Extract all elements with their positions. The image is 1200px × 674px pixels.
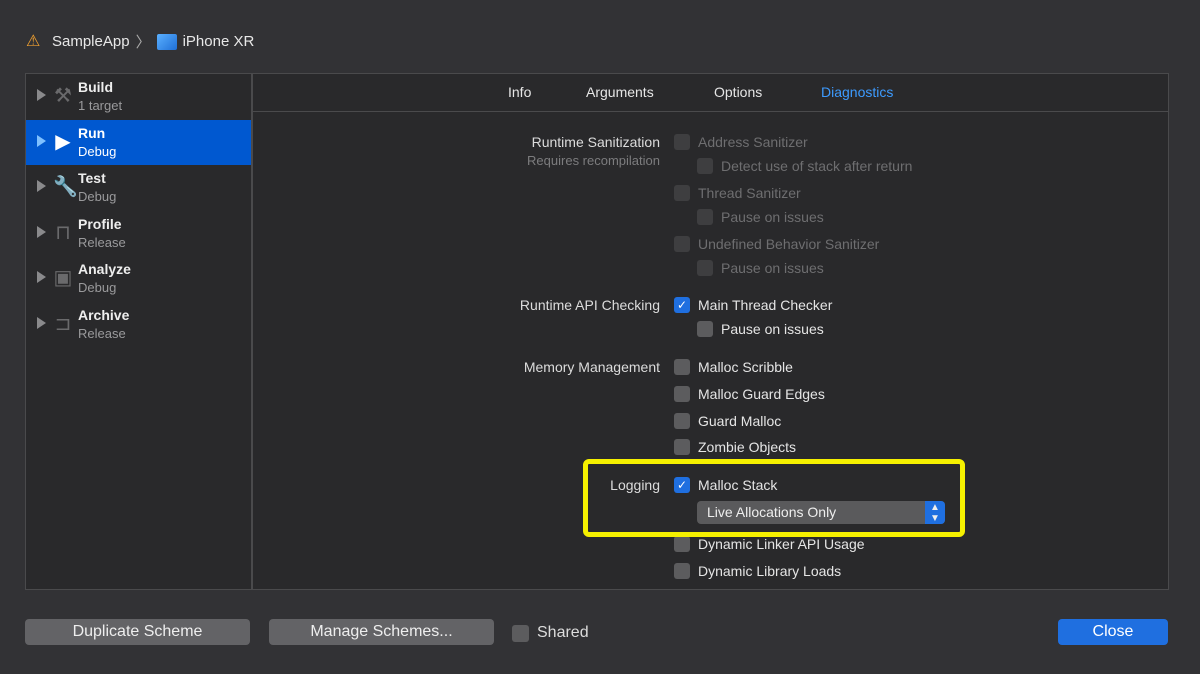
disclosure-triangle-icon[interactable] [37,316,46,329]
app-icon: ⚠ [26,32,41,50]
highlight-annotation [583,459,965,537]
memory-management-label: Memory Management [523,359,660,375]
requires-recompilation-note: Requires recompilation [527,153,660,168]
checkbox[interactable] [674,185,690,201]
disclosure-triangle-icon[interactable] [37,225,46,238]
sidebar-item-title: Run [78,124,106,141]
sidebar-item-subtitle: Debug [78,280,117,295]
option-pause-on-issues[interactable]: Pause on issues [697,260,824,276]
breadcrumb-separator: 〉 [135,34,151,51]
option-label: Main Thread Checker [698,297,833,313]
sidebar-item-run[interactable]: ▶ Run Debug [26,119,251,165]
disclosure-triangle-icon[interactable] [37,89,46,101]
sidebar-item-archive[interactable]: ⊐ Archive Release [26,302,251,347]
checkbox[interactable] [674,386,690,402]
checkbox[interactable] [674,359,690,375]
option-detect-use-of-stack-after-return[interactable]: Detect use of stack after return [697,158,912,174]
hammer-icon: ⚒ [54,85,72,107]
checkbox[interactable] [512,624,529,642]
checkbox[interactable] [697,209,713,225]
sidebar-item-title: Profile [78,215,122,232]
disclosure-triangle-icon[interactable] [37,180,46,192]
wrench-icon: 🔧 [53,176,78,198]
option-label: Dynamic Library Loads [698,563,842,579]
checkbox[interactable] [674,563,690,579]
duplicate-scheme-button[interactable]: Duplicate Scheme [25,619,250,645]
checkbox[interactable] [674,439,690,455]
play-icon: ▶ [55,130,71,153]
option-label: Thread Sanitizer [698,185,801,201]
sidebar-item-test[interactable]: 🔧 Test Debug [26,165,251,210]
option-malloc-scribble[interactable]: Malloc Scribble [674,359,793,375]
breadcrumb[interactable]: ⚠ SampleApp 〉 iPhone XR [26,31,254,52]
checkbox[interactable] [674,236,690,252]
option-label: Undefined Behavior Sanitizer [698,236,880,252]
option-zombie-objects[interactable]: Zombie Objects [674,439,796,455]
option-label: Zombie Objects [698,439,797,455]
option-dynamic-linker-api-usage[interactable]: Dynamic Linker API Usage [674,536,865,552]
option-guard-malloc[interactable]: Guard Malloc [674,413,781,429]
option-main-thread-checker[interactable]: ✓ Main Thread Checker [674,297,832,313]
option-dynamic-library-loads[interactable]: Dynamic Library Loads [674,563,841,579]
checkbox[interactable] [697,158,713,174]
archive-icon: ⊐ [54,312,72,335]
sidebar-item-title: Archive [78,306,130,323]
tab-options[interactable]: Options [714,84,762,100]
manage-schemes-button[interactable]: Manage Schemes... [269,619,494,645]
sidebar-item-title: Test [78,170,106,186]
scheme-action-sidebar: ⚒ Build 1 target ▶ Run Debug 🔧 Test Debu… [25,73,252,590]
shared-label: Shared [537,624,589,641]
checkbox[interactable] [674,134,690,150]
checkbox[interactable]: ✓ [674,297,690,313]
project-name[interactable]: SampleApp [52,33,130,50]
option-pause-on-issues[interactable]: Pause on issues [697,209,824,225]
option-malloc-guard-edges[interactable]: Malloc Guard Edges [674,386,825,402]
sidebar-item-subtitle: Release [78,234,126,250]
checkbox[interactable] [674,536,690,552]
device-name[interactable]: iPhone XR [183,33,255,50]
option-undefined-behavior-sanitizer[interactable]: Undefined Behavior Sanitizer [674,236,879,252]
option-label: Malloc Guard Edges [698,386,825,402]
option-label: Dynamic Linker API Usage [698,536,865,552]
sidebar-item-title: Analyze [78,261,131,277]
sidebar-item-build[interactable]: ⚒ Build 1 target [26,74,251,119]
option-label: Address Sanitizer [698,134,808,150]
tab-info[interactable]: Info [508,84,531,100]
checkbox[interactable] [697,321,713,337]
sidebar-item-analyze[interactable]: ▣ Analyze Debug [26,256,251,301]
option-label: Pause on issues [721,321,824,337]
option-label: Guard Malloc [698,413,782,429]
option-address-sanitizer[interactable]: Address Sanitizer [674,134,808,150]
disclosure-triangle-icon[interactable] [37,271,46,283]
analyze-icon: ▣ [53,267,73,289]
runtime-api-label: Runtime API Checking [519,297,660,313]
shared-checkbox[interactable]: Shared [512,624,589,642]
option-thread-sanitizer[interactable]: Thread Sanitizer [674,185,801,201]
sidebar-item-subtitle: 1 target [78,98,123,113]
checkbox[interactable] [697,260,713,276]
option-label: Malloc Scribble [698,359,793,375]
tab-diagnostics[interactable]: Diagnostics [821,84,893,100]
tab-arguments[interactable]: Arguments [586,84,654,100]
close-button[interactable]: Close [1058,619,1168,645]
sidebar-item-subtitle: Release [78,325,126,341]
checkbox[interactable] [674,413,690,429]
sidebar-item-subtitle: Debug [78,143,117,159]
option-pause-on-issues[interactable]: Pause on issues [697,321,824,337]
runtime-sanitization-label: Runtime Sanitization [531,134,660,150]
option-label: Pause on issues [721,260,824,276]
sidebar-item-profile[interactable]: ⊓ Profile Release [26,211,251,256]
sidebar-item-subtitle: Debug [78,189,117,204]
sidebar-item-title: Build [78,79,113,95]
device-icon [156,33,177,50]
tab-bar: Info Arguments Options Diagnostics [253,74,1168,112]
disclosure-triangle-icon[interactable] [37,134,46,147]
gauge-icon: ⊓ [55,221,71,244]
option-label: Detect use of stack after return [721,158,913,174]
option-label: Pause on issues [721,209,824,225]
